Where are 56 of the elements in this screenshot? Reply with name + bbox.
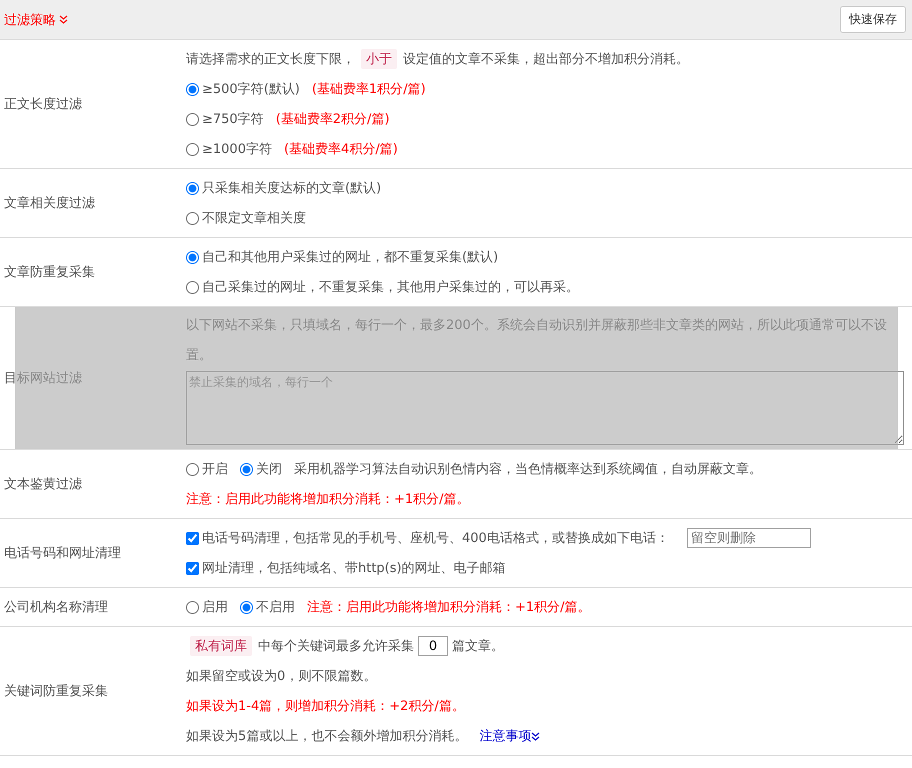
radio-button[interactable]	[186, 212, 199, 224]
description-text: 请选择需求的正文长度下限，	[186, 51, 355, 68]
option-label[interactable]: 开启	[202, 460, 228, 478]
notes-link[interactable]: 注意事项	[479, 727, 540, 745]
setting-label: 文章相关度过滤	[3, 195, 96, 212]
warning-text: 如果设为1-4篇，则增加积分消耗：+2积分/篇。	[186, 698, 465, 715]
radio-button[interactable]	[186, 462, 199, 476]
setting-label: 目标网站过滤	[3, 370, 83, 387]
setting-label: 电话号码和网址清理	[3, 545, 122, 562]
phone-input-field[interactable]: 留空则删除	[686, 528, 811, 548]
option-label[interactable]: 关闭	[256, 460, 282, 478]
warning-text: (基础费率1积分/篇)	[312, 81, 426, 98]
description-text: 采用机器学习算法自动识别色情内容，当色情概率达到系统阈值，自动屏蔽文章。	[294, 461, 762, 478]
option-label[interactable]: ≥1000字符	[202, 140, 272, 158]
option-label[interactable]: ≥750字符	[202, 110, 264, 128]
radio-button[interactable]	[186, 600, 199, 614]
count-input-field[interactable]: 0	[418, 636, 448, 656]
double-chevron-icon	[531, 732, 540, 740]
description-text: 设定值的文章不采集，超出部分不增加积分消耗。	[403, 51, 689, 68]
option-label[interactable]: 自己采集过的网址，不重复采集，其他用户采集过的，可以再采。	[202, 278, 579, 296]
description-text: 中每个关键词最多允许采集	[258, 638, 414, 655]
option-label[interactable]: 不启用	[256, 598, 295, 616]
radio-button[interactable]	[186, 112, 199, 126]
quick-save-button[interactable]: 快速保存	[840, 6, 906, 33]
warning-text: (基础费率2积分/篇)	[276, 111, 390, 128]
option-label[interactable]: 不限定文章相关度	[202, 209, 306, 227]
setting-label: 文章防重复采集	[3, 264, 96, 281]
option-label[interactable]: 电话号码清理，包括常见的手机号、座机号、400电话格式，或替换成如下电话：	[202, 529, 669, 547]
warning-text: (基础费率4积分/篇)	[284, 141, 398, 158]
checkbox[interactable]	[186, 532, 199, 544]
radio-button[interactable]	[240, 462, 253, 476]
option-label[interactable]: 自己和其他用户采集过的网址，都不重复采集(默认)	[202, 248, 498, 266]
keyword-tag: 小于	[361, 49, 397, 69]
option-label[interactable]: 启用	[202, 598, 228, 616]
setting-label: 关键词防重复采集	[3, 683, 109, 700]
option-label[interactable]: 只采集相关度达标的文章(默认)	[202, 179, 382, 197]
checkbox[interactable]	[186, 562, 199, 574]
double-chevron-icon	[59, 15, 68, 24]
description-text: 如果设为5篇或以上，也不会额外增加积分消耗。	[186, 728, 468, 745]
option-label[interactable]: ≥500字符(默认)	[202, 80, 300, 98]
setting-label: 公司机构名称清理	[3, 599, 109, 616]
radio-button[interactable]	[186, 82, 199, 96]
description-text: 以下网站不采集，只填域名，每行一个，最多200个。系统会自动识别并屏蔽那些非文章类的网站，所以此项通常可以不设置。	[186, 317, 888, 365]
radio-button[interactable]	[186, 142, 199, 156]
setting-label: 正文长度过滤	[3, 96, 83, 113]
warning-text: 注意：启用此功能将增加积分消耗：+1积分/篇。	[307, 599, 591, 616]
warning-text: 注意：启用此功能将增加积分消耗：+1积分/篇。	[186, 491, 470, 508]
description-text: 如果留空或设为0，则不限篇数。	[186, 668, 376, 685]
keyword-tag: 私有词库	[190, 636, 252, 656]
setting-label: 文本鉴黄过滤	[3, 476, 83, 493]
radio-button[interactable]	[186, 250, 199, 264]
radio-button[interactable]	[186, 280, 199, 294]
description-text: 篇文章。	[452, 638, 504, 655]
radio-button[interactable]	[240, 600, 253, 614]
radio-button[interactable]	[186, 182, 199, 194]
option-label[interactable]: 网址清理，包括纯域名、带http(s)的网址、电子邮箱	[202, 559, 506, 577]
